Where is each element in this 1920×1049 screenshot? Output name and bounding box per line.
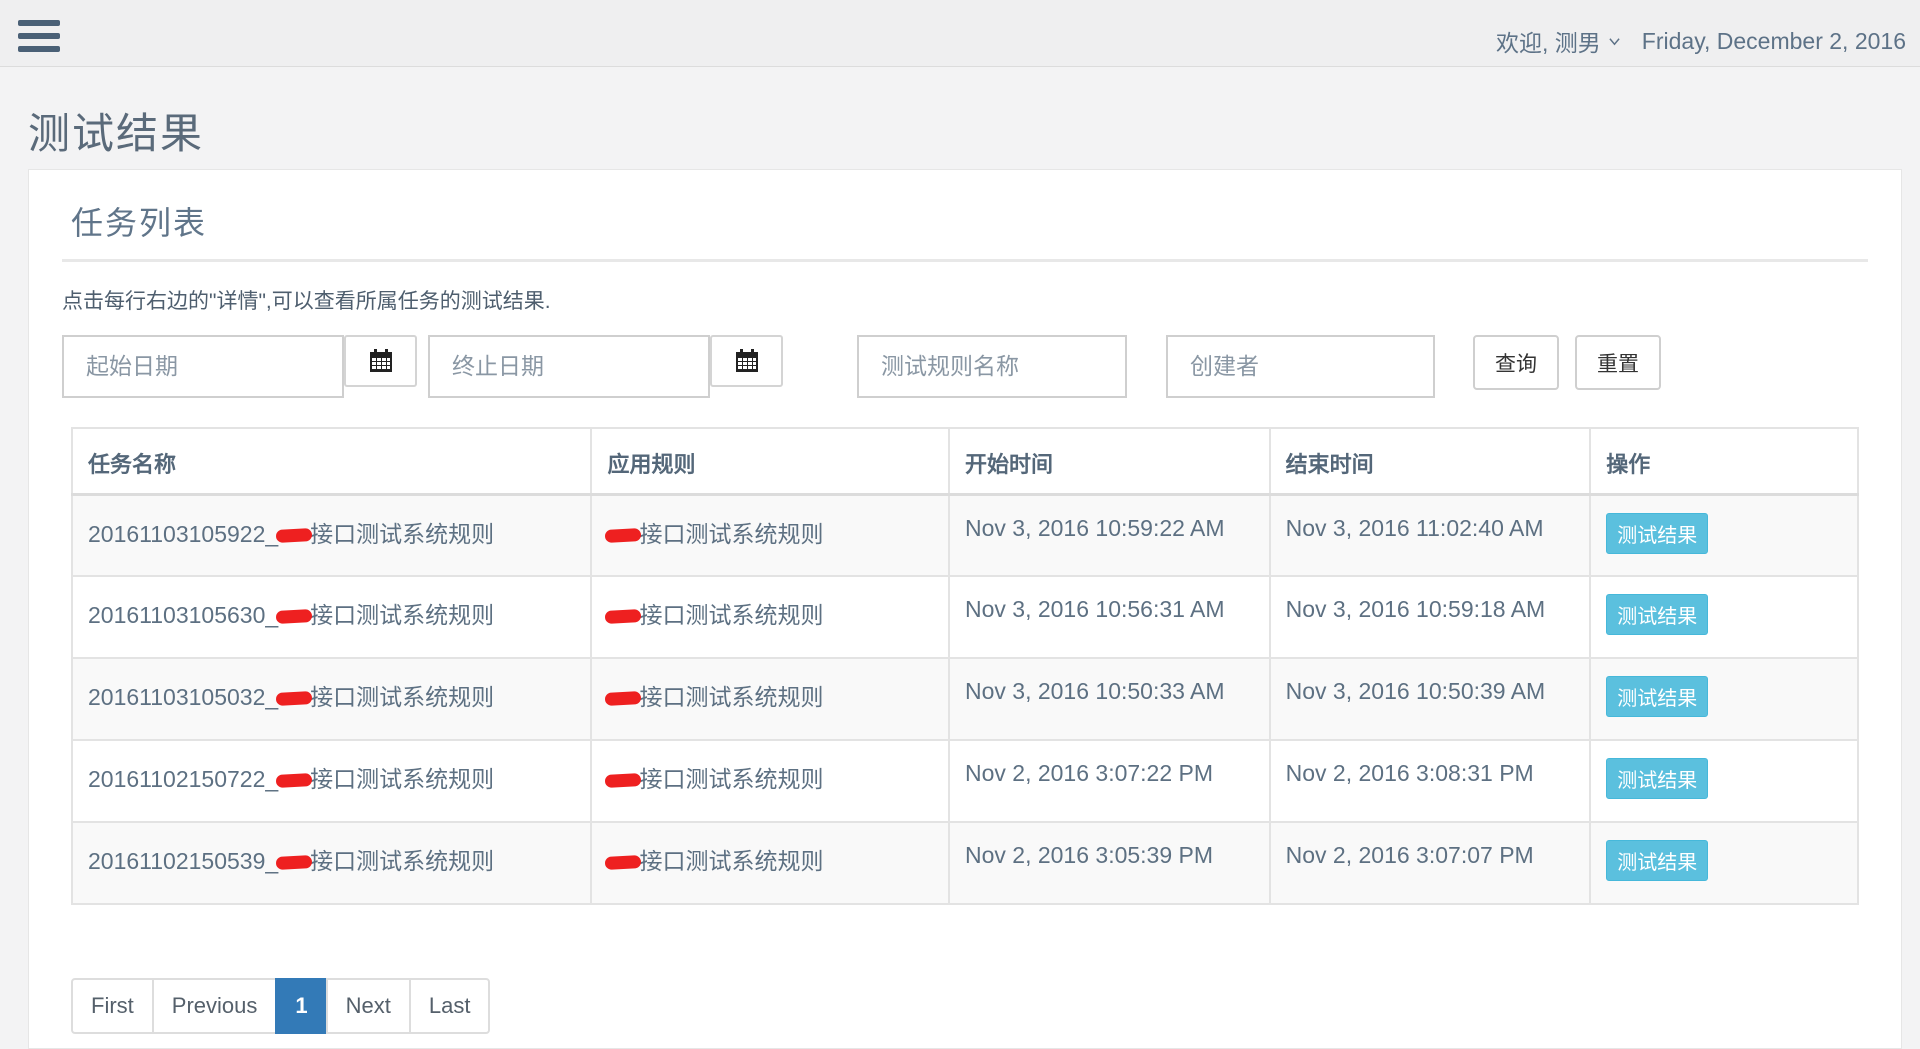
table-row: 20161102150539_ 接口测试系统规则 接口测试系统规则 Nov 2, …	[70, 821, 1859, 905]
pagination-page-1[interactable]: 1	[275, 978, 328, 1034]
start-time-cell: Nov 2, 2016 3:07:22 PM	[947, 739, 1271, 823]
table-row: 20161103105922_ 接口测试系统规则 接口测试系统规则 Nov 3, …	[70, 493, 1859, 577]
start-time-cell: Nov 3, 2016 10:59:22 AM	[947, 493, 1271, 577]
redaction-mark	[605, 855, 642, 871]
rule-cell: 接口测试系统规则	[590, 575, 950, 659]
table-row: 20161103105032_ 接口测试系统规则 接口测试系统规则 Nov 3, …	[70, 657, 1859, 741]
rule-name: 接口测试系统规则	[639, 848, 824, 874]
task-id: 20161103105032_	[88, 684, 279, 710]
action-cell: 测试结果	[1589, 493, 1859, 577]
action-cell: 测试结果	[1589, 575, 1859, 659]
task-id: 20161102150539_	[88, 848, 279, 874]
rule-name: 接口测试系统规则	[639, 684, 824, 710]
task-table: 任务名称 应用规则 开始时间 结束时间 操作 20161103105922_ 接口…	[70, 427, 1859, 905]
current-date: Friday, December 2, 2016	[1641, 27, 1906, 54]
rule-cell: 接口测试系统规则	[590, 821, 950, 905]
task-name-cell: 20161102150539_ 接口测试系统规则	[70, 821, 593, 905]
user-menu-dropdown[interactable]: 欢迎, 测男	[1496, 24, 1620, 58]
start-date-input[interactable]	[62, 335, 344, 398]
task-rule-suffix: 接口测试系统规则	[310, 602, 495, 628]
table-row: 20161103105630_ 接口测试系统规则 接口测试系统规则 Nov 3, …	[70, 575, 1859, 659]
column-header-task-name: 任务名称	[70, 427, 593, 496]
end-date-calendar-button[interactable]	[710, 335, 783, 387]
test-result-button[interactable]: 测试结果	[1606, 512, 1709, 554]
redaction-mark	[605, 691, 642, 707]
redaction-mark	[605, 609, 642, 625]
end-time-cell: Nov 3, 2016 10:50:39 AM	[1268, 657, 1592, 741]
task-rule-suffix: 接口测试系统规则	[310, 848, 495, 874]
creator-input[interactable]	[1166, 335, 1435, 398]
hamburger-menu-icon[interactable]	[18, 20, 60, 56]
end-time-cell: Nov 2, 2016 3:08:31 PM	[1268, 739, 1592, 823]
redaction-mark	[605, 527, 642, 543]
rule-name-input[interactable]	[857, 335, 1127, 398]
pagination-previous[interactable]: Previous	[151, 978, 278, 1034]
chevron-down-icon	[1609, 37, 1620, 45]
query-button[interactable]: 查询	[1473, 335, 1559, 390]
task-rule-suffix: 接口测试系统规则	[310, 520, 495, 547]
action-cell: 测试结果	[1589, 739, 1859, 823]
end-time-cell: Nov 3, 2016 11:02:40 AM	[1268, 493, 1592, 577]
start-time-cell: Nov 3, 2016 10:56:31 AM	[947, 575, 1271, 659]
redaction-mark	[275, 527, 313, 543]
welcome-text: 欢迎, 测男	[1496, 30, 1601, 56]
rule-name: 接口测试系统规则	[639, 602, 824, 628]
pagination: First Previous 1 Next Last	[71, 978, 491, 1034]
test-result-button[interactable]: 测试结果	[1606, 758, 1709, 799]
user-area: 欢迎, 测男 Friday, December 2, 2016	[1496, 24, 1906, 58]
rule-name: 接口测试系统规则	[639, 520, 824, 547]
reset-button[interactable]: 重置	[1575, 335, 1661, 390]
task-name-cell: 20161103105630_ 接口测试系统规则	[70, 575, 593, 659]
redaction-mark	[605, 773, 642, 789]
rule-cell: 接口测试系统规则	[590, 657, 950, 741]
test-result-button[interactable]: 测试结果	[1606, 594, 1709, 635]
start-time-cell: Nov 2, 2016 3:05:39 PM	[947, 821, 1271, 905]
start-date-calendar-button[interactable]	[344, 335, 417, 387]
hint-text: 点击每行右边的"详情",可以查看所属任务的测试结果.	[62, 290, 551, 313]
column-header-rule: 应用规则	[590, 427, 950, 496]
page-title: 测试结果	[28, 110, 205, 157]
pagination-last[interactable]: Last	[408, 978, 491, 1034]
task-id: 20161103105630_	[88, 602, 279, 628]
start-time-cell: Nov 3, 2016 10:50:33 AM	[947, 657, 1271, 741]
table-header-row: 任务名称 应用规则 开始时间 结束时间 操作	[70, 427, 1859, 496]
redaction-mark	[275, 855, 313, 871]
task-name-cell: 20161102150722_ 接口测试系统规则	[70, 739, 593, 823]
panel-divider	[62, 259, 1868, 262]
rule-name: 接口测试系统规则	[639, 766, 824, 792]
table-row: 20161102150722_ 接口测试系统规则 接口测试系统规则 Nov 2, …	[70, 739, 1859, 823]
column-header-action: 操作	[1589, 427, 1859, 496]
calendar-icon	[735, 349, 758, 372]
task-rule-suffix: 接口测试系统规则	[310, 766, 495, 792]
pagination-first[interactable]: First	[71, 978, 154, 1034]
redaction-mark	[275, 773, 313, 789]
end-time-cell: Nov 2, 2016 3:07:07 PM	[1268, 821, 1592, 905]
action-cell: 测试结果	[1589, 821, 1859, 905]
task-rule-suffix: 接口测试系统规则	[310, 684, 495, 710]
task-name-cell: 20161103105032_ 接口测试系统规则	[70, 657, 593, 741]
test-result-button[interactable]: 测试结果	[1606, 676, 1709, 717]
calendar-icon	[369, 349, 392, 372]
end-date-input[interactable]	[428, 335, 710, 398]
action-cell: 测试结果	[1589, 657, 1859, 741]
task-list-panel: 任务列表 点击每行右边的"详情",可以查看所属任务的测试结果. 起始日期 终止日…	[28, 169, 1902, 1049]
column-header-end-time: 结束时间	[1268, 427, 1592, 496]
task-name-cell: 20161103105922_ 接口测试系统规则	[70, 493, 593, 577]
redaction-mark	[275, 691, 313, 707]
pagination-next[interactable]: Next	[325, 978, 411, 1034]
rule-cell: 接口测试系统规则	[590, 493, 950, 577]
end-time-cell: Nov 3, 2016 10:59:18 AM	[1268, 575, 1592, 659]
task-id: 20161102150722_	[88, 766, 279, 792]
top-navbar: 欢迎, 测男 Friday, December 2, 2016	[0, 0, 1920, 67]
panel-title: 任务列表	[71, 205, 208, 241]
redaction-mark	[275, 609, 313, 625]
rule-cell: 接口测试系统规则	[590, 739, 950, 823]
test-result-button[interactable]: 测试结果	[1606, 840, 1709, 881]
column-header-start-time: 开始时间	[947, 427, 1271, 496]
task-id: 20161103105922_	[88, 520, 279, 547]
